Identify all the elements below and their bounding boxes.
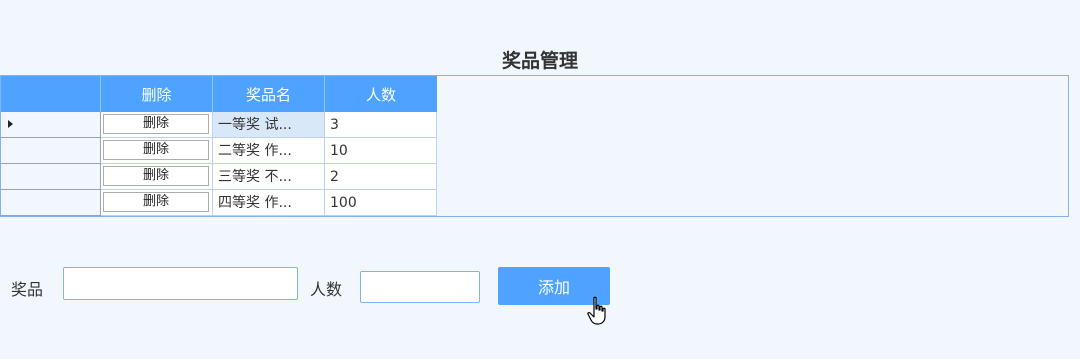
prize-name-cell[interactable]: 三等奖 不... <box>213 164 325 190</box>
count-cell[interactable]: 100 <box>325 190 437 216</box>
prize-grid[interactable]: 删除 奖品名 人数 删除 一等奖 试... 3 删除 二等奖 作... 10 删… <box>0 75 1069 217</box>
row-header[interactable] <box>1 164 101 190</box>
table-row[interactable]: 删除 二等奖 作... 10 <box>1 138 437 164</box>
column-header-count[interactable]: 人数 <box>325 76 437 112</box>
count-input[interactable] <box>360 271 480 303</box>
count-label: 人数 <box>310 280 343 299</box>
prize-input[interactable] <box>63 267 298 300</box>
prize-name-cell[interactable]: 一等奖 试... <box>213 112 325 138</box>
delete-button[interactable]: 删除 <box>103 114 209 134</box>
page-title: 奖品管理 <box>501 50 578 72</box>
count-cell[interactable]: 10 <box>325 138 437 164</box>
delete-cell: 删除 <box>101 138 213 164</box>
delete-button[interactable]: 删除 <box>103 192 209 212</box>
prize-label: 奖品 <box>11 280 44 299</box>
delete-button[interactable]: 删除 <box>103 166 209 186</box>
delete-cell: 删除 <box>101 164 213 190</box>
current-row-arrow-icon <box>8 120 13 128</box>
count-cell[interactable]: 3 <box>325 112 437 138</box>
column-header-prize-name[interactable]: 奖品名 <box>213 76 325 112</box>
count-cell[interactable]: 2 <box>325 164 437 190</box>
table-row[interactable]: 删除 四等奖 作... 100 <box>1 190 437 216</box>
table-row[interactable]: 删除 三等奖 不... 2 <box>1 164 437 190</box>
row-header[interactable] <box>1 112 101 138</box>
grid-header: 删除 奖品名 人数 <box>1 76 437 112</box>
hand-pointer-icon <box>587 296 606 325</box>
table-row[interactable]: 删除 一等奖 试... 3 <box>1 112 437 138</box>
row-header[interactable] <box>1 138 101 164</box>
prize-name-cell[interactable]: 四等奖 作... <box>213 190 325 216</box>
delete-cell: 删除 <box>101 112 213 138</box>
row-header[interactable] <box>1 190 101 216</box>
prize-name-cell[interactable]: 二等奖 作... <box>213 138 325 164</box>
row-header-corner[interactable] <box>1 76 101 112</box>
delete-button[interactable]: 删除 <box>103 140 209 160</box>
delete-cell: 删除 <box>101 190 213 216</box>
grid-body: 删除 一等奖 试... 3 删除 二等奖 作... 10 删除 三等奖 不...… <box>1 112 437 216</box>
column-header-delete[interactable]: 删除 <box>101 76 213 112</box>
